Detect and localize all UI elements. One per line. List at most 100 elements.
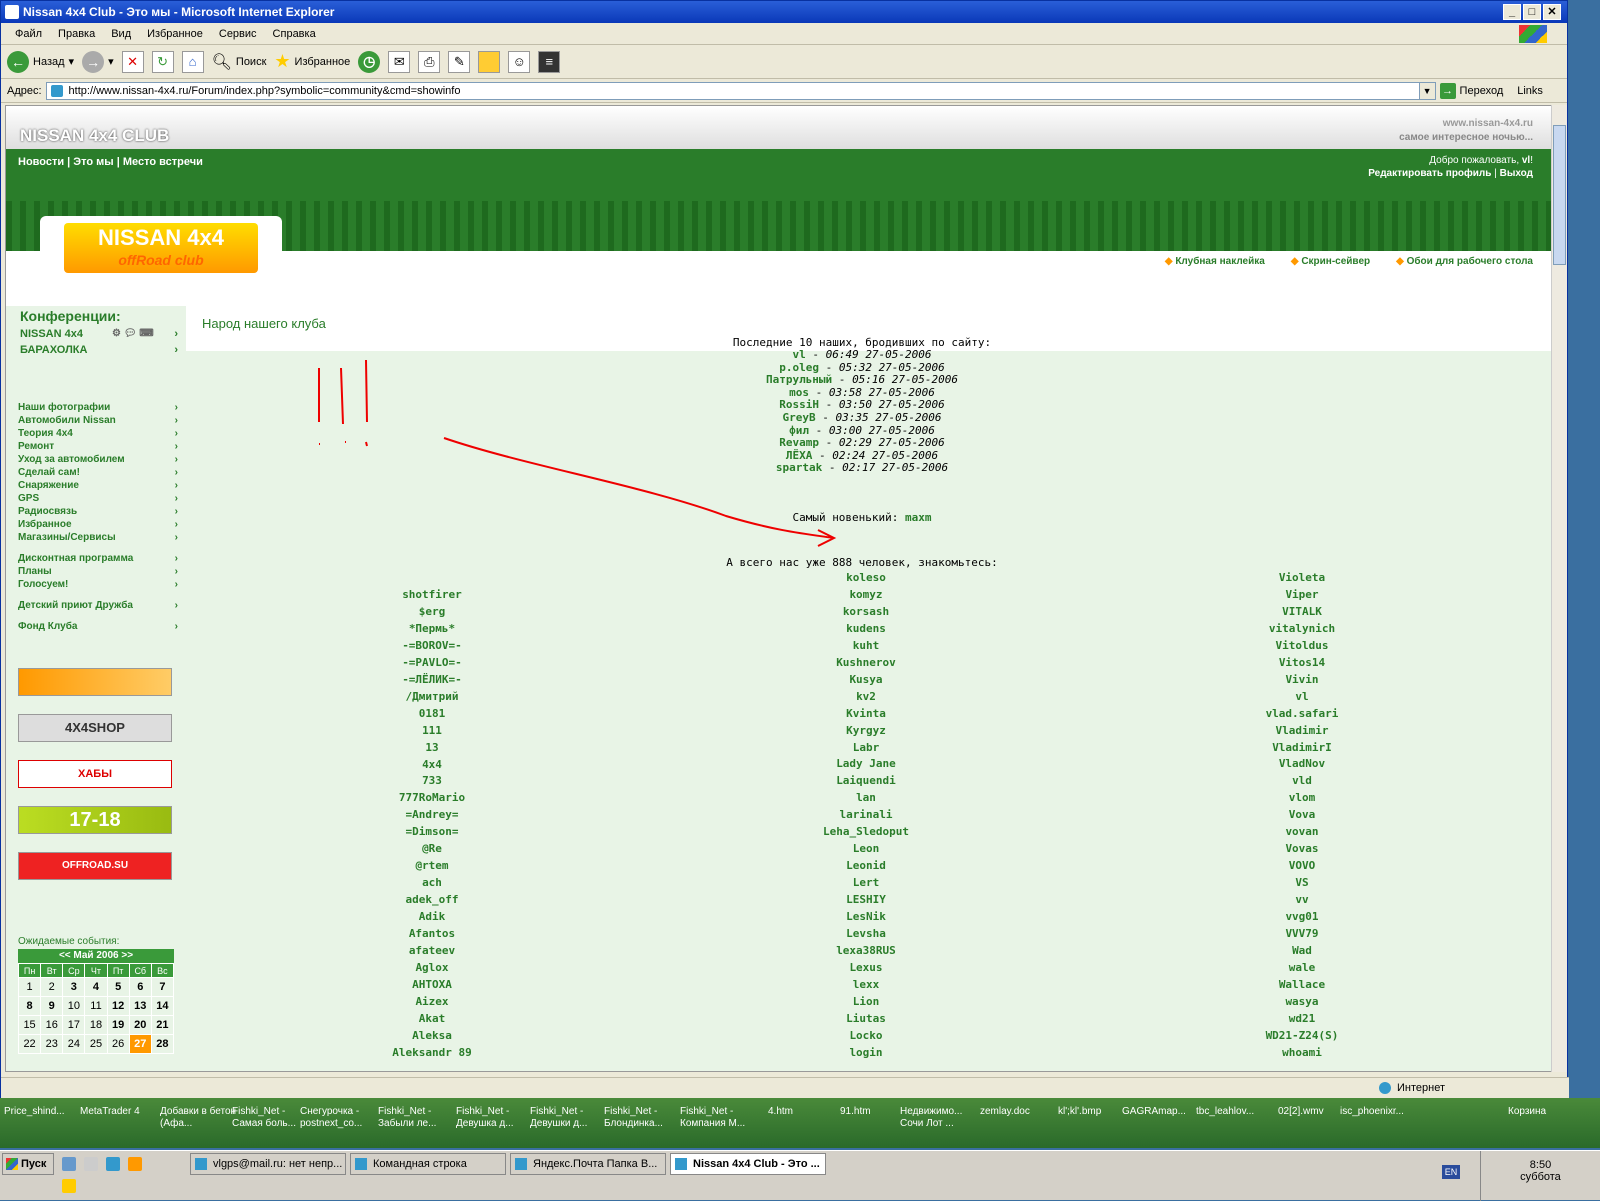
menu-photos[interactable]: Наши фотографии	[18, 401, 178, 414]
task-yandex[interactable]: Яндекс.Почта Папка В...	[510, 1153, 666, 1175]
menu-favorites[interactable]: Избранное	[18, 518, 178, 531]
history-icon[interactable]: ◷	[358, 50, 381, 73]
chevron-down-icon[interactable]: ▼	[1418, 82, 1435, 99]
member-link[interactable]: Levsha	[716, 926, 1016, 943]
member-link[interactable]: vvg01	[1152, 909, 1452, 926]
calendar-day[interactable]: 14	[150, 996, 175, 1016]
calendar-day[interactable]: 4	[84, 977, 108, 997]
task-cmd[interactable]: Командная строка	[350, 1153, 506, 1175]
member-link[interactable]: Vovas	[1152, 841, 1452, 858]
member-link[interactable]: Liutas	[716, 1011, 1016, 1028]
desktop-shortcut[interactable]: isc_phoenixr...	[1340, 1106, 1420, 1118]
banner-1[interactable]	[18, 668, 172, 696]
member-link[interactable]: Violeta	[1152, 570, 1452, 587]
recent-user[interactable]: фил	[789, 424, 809, 437]
member-link[interactable]: Kvinta	[716, 706, 1016, 723]
member-link[interactable]: /Дмитрий	[282, 689, 582, 706]
calendar-day[interactable]: 16	[40, 1015, 64, 1035]
member-link[interactable]: Leha_Sledoput	[716, 824, 1016, 841]
recent-user[interactable]: mos	[789, 386, 809, 399]
member-link[interactable]: @rtem	[282, 858, 582, 875]
member-link[interactable]: vlom	[1152, 790, 1452, 807]
desktop-shortcut[interactable]: MetaTrader 4	[80, 1106, 160, 1118]
calendar-day[interactable]: 3	[62, 977, 86, 997]
go-arrow-icon[interactable]: →	[1439, 82, 1456, 99]
member-link[interactable]: 777RoMario	[282, 790, 582, 807]
calendar-day[interactable]: 22	[17, 1034, 42, 1054]
member-link[interactable]: Afantos	[282, 926, 582, 943]
wallpaper-link[interactable]: Обои для рабочего стола	[1396, 256, 1533, 267]
menu-favorites[interactable]: Избранное	[139, 28, 211, 40]
back-button[interactable]: ← Назад ▾	[7, 50, 74, 73]
language-indicator[interactable]: EN	[1442, 1165, 1460, 1179]
refresh-icon[interactable]: ↻	[151, 50, 174, 73]
menu-gear[interactable]: Снаряжение	[18, 479, 178, 492]
desktop-shortcut[interactable]: tbc_leahlov...	[1196, 1106, 1276, 1118]
calendar-day[interactable]: 13	[128, 996, 152, 1016]
recent-user[interactable]: Патрульный	[766, 373, 832, 386]
menu-diy[interactable]: Сделай сам!	[18, 466, 178, 479]
menu-cars[interactable]: Автомобили Nissan	[18, 414, 178, 427]
recent-user[interactable]: Revamp	[779, 436, 819, 449]
links-button[interactable]: Links	[1517, 85, 1543, 97]
member-link[interactable]: =Andrey=	[282, 807, 582, 824]
edit-profile-link[interactable]: Редактировать профиль	[1368, 168, 1491, 179]
calendar-day[interactable]: 17	[62, 1015, 86, 1035]
member-link[interactable]: LesNik	[716, 909, 1016, 926]
address-input[interactable]: http://www.nissan-4x4.ru/Forum/index.php…	[45, 81, 1436, 100]
menu-tools[interactable]: Сервис	[211, 28, 265, 40]
member-link[interactable]: WD21-Z24(S)	[1152, 1028, 1452, 1045]
member-link[interactable]: -=PAVLO=-	[282, 655, 582, 672]
conf-nissan-link[interactable]: NISSAN 4x4 ⚙ 💬︎ ⌨︎	[20, 328, 178, 340]
member-link[interactable]: kudens	[716, 621, 1016, 638]
member-link[interactable]: =Dimson=	[282, 824, 582, 841]
quicklaunch-icon[interactable]	[84, 1157, 98, 1171]
member-link[interactable]: Vova	[1152, 807, 1452, 824]
calendar-day[interactable]: 25	[84, 1034, 108, 1054]
member-link[interactable]: Vitos14	[1152, 655, 1452, 672]
calendar-day[interactable]: 1	[17, 977, 42, 997]
member-link[interactable]: koleso	[716, 570, 1016, 587]
calendar-month[interactable]: << Май 2006 >>	[18, 949, 174, 963]
menu-orphanage[interactable]: Детский приют Дружба	[18, 599, 178, 612]
scroll-thumb[interactable]	[1553, 125, 1566, 265]
member-link[interactable]: komyz	[716, 587, 1016, 604]
member-link[interactable]: Locko	[716, 1028, 1016, 1045]
mail-icon[interactable]: ✉	[388, 50, 411, 73]
member-link[interactable]: korsash	[716, 604, 1016, 621]
member-link[interactable]: Adik	[282, 909, 582, 926]
messenger-icon[interactable]: ☺	[508, 50, 531, 73]
menu-gps[interactable]: GPS	[18, 492, 178, 505]
member-link[interactable]: vld	[1152, 773, 1452, 790]
member-link[interactable]: lan	[716, 790, 1016, 807]
menu-fund[interactable]: Фонд Клуба	[18, 620, 178, 633]
desktop-shortcut[interactable]: Fishki_Net - Девушки д...	[530, 1106, 610, 1130]
member-link[interactable]: VladNov	[1152, 756, 1452, 773]
clock[interactable]: 8:50	[1481, 1159, 1600, 1171]
menu-file[interactable]: Файл	[7, 28, 50, 40]
member-link[interactable]: adek_off	[282, 892, 582, 909]
member-link[interactable]: login	[716, 1045, 1016, 1062]
member-link[interactable]: 111	[282, 723, 582, 740]
desktop-shortcut[interactable]: Price_shind...	[4, 1106, 84, 1118]
calendar-day[interactable]: 19	[106, 1015, 130, 1035]
favorites-button[interactable]: ★ Избранное	[274, 51, 350, 72]
member-link[interactable]: lexx	[716, 977, 1016, 994]
research-icon[interactable]: ≡	[538, 50, 561, 73]
menu-radio[interactable]: Радиосвязь	[18, 505, 178, 518]
member-link[interactable]: ach	[282, 875, 582, 892]
media-icon[interactable]	[128, 1157, 142, 1171]
recent-user[interactable]: RossiH	[779, 398, 819, 412]
member-link[interactable]: wd21	[1152, 1011, 1452, 1028]
member-link[interactable]: Aleksandr 89	[282, 1045, 582, 1062]
member-link[interactable]: vl	[1152, 689, 1452, 706]
calendar-today[interactable]: 27	[128, 1034, 152, 1054]
stop-icon[interactable]: ✕	[121, 50, 144, 73]
member-link[interactable]: 13	[282, 740, 582, 757]
task-nissan[interactable]: Nissan 4x4 Club - Это ...	[670, 1153, 826, 1175]
member-link[interactable]: @Re	[282, 841, 582, 858]
calendar-day[interactable]: 26	[106, 1034, 130, 1054]
member-link[interactable]: Aglox	[282, 960, 582, 977]
recent-user[interactable]: spartak	[776, 461, 822, 475]
desktop-shortcut[interactable]: GAGRAmap...	[1122, 1106, 1202, 1118]
